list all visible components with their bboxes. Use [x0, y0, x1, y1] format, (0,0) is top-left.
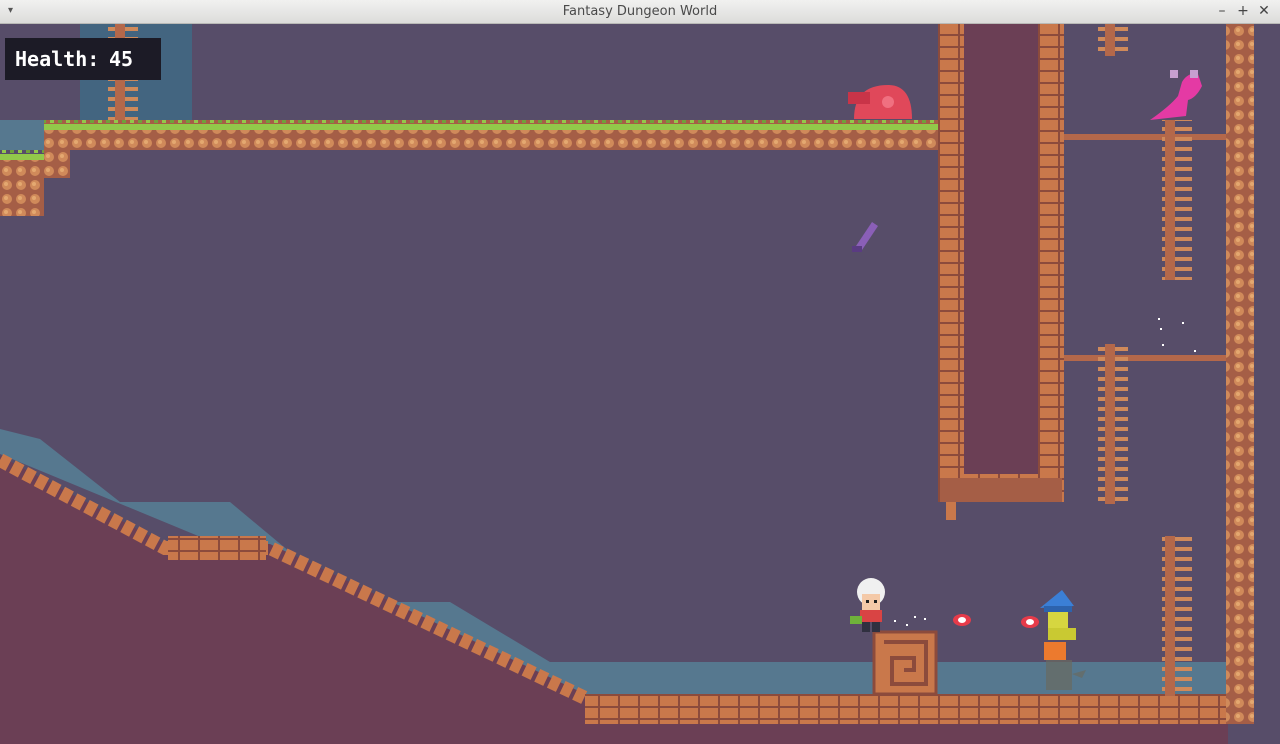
- close-button[interactable]: ✕: [1256, 3, 1272, 19]
- ladder: [1162, 120, 1192, 280]
- slope-brick-step: [168, 536, 266, 560]
- wooden-rail-middle: [1064, 355, 1226, 361]
- title-bar[interactable]: ▾ Fantasy Dungeon World – + ✕: [0, 0, 1280, 24]
- game-canvas[interactable]: Health: 45: [0, 24, 1280, 744]
- maximize-button[interactable]: +: [1235, 3, 1251, 19]
- dungeon-floor: [585, 694, 1228, 724]
- wooden-rail-upper: [1064, 134, 1226, 140]
- health-display: Health: 45: [5, 38, 161, 80]
- game-window: ▾ Fantasy Dungeon World – + ✕ Health: 45: [0, 0, 1280, 744]
- brick-pillar: [938, 24, 1064, 520]
- upper-water: [0, 120, 44, 150]
- health-label: Health:: [15, 47, 100, 71]
- ladder: [1098, 344, 1128, 504]
- fireball-core: [958, 617, 966, 623]
- stone-crate: [872, 630, 938, 696]
- ladder: [1098, 24, 1128, 56]
- ladder: [1162, 536, 1192, 696]
- fireball-core: [1026, 619, 1034, 625]
- health-value: 45: [109, 47, 134, 71]
- level-scene: [0, 24, 1280, 744]
- window-title: Fantasy Dungeon World: [562, 4, 718, 19]
- right-rock-wall: [1226, 24, 1254, 724]
- minimize-button[interactable]: –: [1214, 3, 1230, 19]
